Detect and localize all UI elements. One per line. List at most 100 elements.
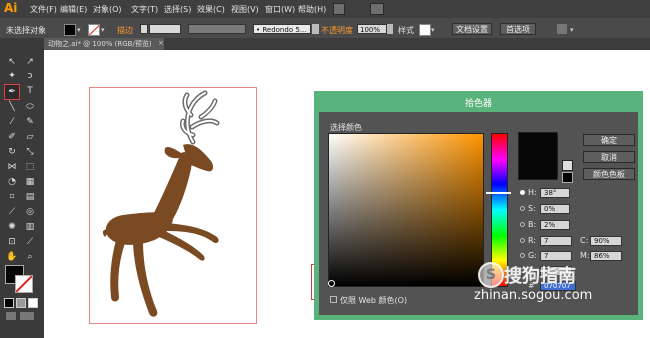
stroke-color-box[interactable] [15,275,33,293]
chevron-down-icon[interactable]: ▾ [570,26,574,34]
radio-g[interactable] [520,253,525,258]
perspective-grid-icon[interactable]: ▦ [23,175,37,189]
blob-brush-icon[interactable]: ✐ [5,130,19,144]
menu-help[interactable]: 帮助(H) [298,4,326,15]
menu-object[interactable]: 对象(O) [93,4,122,15]
screen-mode-icon[interactable] [20,312,34,320]
c-field[interactable]: 90% [590,236,622,246]
menu-effect[interactable]: 效果(C) [197,4,225,15]
fill-swatch[interactable] [64,24,76,36]
menu-view[interactable]: 视图(V) [231,4,259,15]
current-color-preview [518,132,558,180]
chevron-down-icon[interactable] [312,24,319,34]
free-transform-icon[interactable]: ⬚ [23,160,37,174]
chevron-down-icon[interactable]: ▾ [101,26,105,34]
hand-tool-icon[interactable]: ✋ [5,250,19,264]
style-swatch[interactable] [419,24,431,36]
type-tool-icon[interactable]: T [23,84,37,98]
gradient-mode-icon[interactable] [16,298,26,308]
preferences-button[interactable]: 首选项 [500,23,536,35]
h-label: H: [528,188,537,197]
stroke-label[interactable]: 描边 [117,25,133,36]
paintbrush-icon[interactable]: ⁄ [5,115,19,129]
zoom-tool-icon[interactable]: ⌕ [23,250,37,264]
shape-builder-icon[interactable]: ◔ [5,175,19,189]
r-field[interactable]: 7 [540,236,572,246]
rotate-tool-icon[interactable]: ↻ [5,145,19,159]
opacity-field[interactable]: 100% [357,24,387,34]
m-field[interactable]: 86% [590,251,622,261]
align-icon[interactable] [557,24,567,34]
web-only-checkbox[interactable] [330,296,337,303]
ok-button[interactable]: 确定 [583,134,635,146]
pencil-icon[interactable]: ✎ [23,115,37,129]
close-icon[interactable]: × [158,39,164,47]
watermark-brand: 搜狗指南 [504,266,576,287]
menu-type[interactable]: 文字(T) [131,4,158,15]
color-field[interactable] [328,133,484,287]
g-field[interactable]: 7 [540,251,572,261]
ellipse-tool-icon[interactable]: ⬭ [23,100,37,114]
h-field[interactable]: 38° [540,188,570,198]
brush-definition[interactable]: • Redondo 5... [253,24,311,34]
color-picker-title: 拾色器 [464,99,492,109]
slice-tool-icon[interactable]: ⟋ [23,235,37,249]
radio-r[interactable] [520,238,525,243]
color-field-cursor[interactable] [328,280,335,287]
color-mode-icon[interactable] [4,298,14,308]
bridge-icon[interactable] [333,3,345,15]
web-only-label: 仅限 Web 颜色(O) [340,296,408,305]
b-label: B: [528,220,537,229]
document-setup-button[interactable]: 文档设置 [452,23,492,35]
chevron-down-icon[interactable]: ▾ [431,26,435,34]
deer-illustration[interactable] [89,87,257,324]
selection-tool-icon[interactable]: ↖ [5,55,19,69]
document-tab[interactable]: 动物之.ai* @ 100% (RGB/预览) [44,38,164,50]
radio-s[interactable] [520,206,525,211]
out-of-gamut-icon[interactable] [562,160,573,171]
color-swatches-button[interactable]: 颜色色板 [583,168,635,180]
r-label: R: [528,236,537,245]
blend-tool-icon[interactable]: ◎ [23,205,37,219]
line-tool-icon[interactable]: ╲ [5,100,19,114]
cancel-button[interactable]: 取消 [583,151,635,163]
eraser-icon[interactable]: ▱ [23,130,37,144]
lasso-icon[interactable]: ↄ [23,69,37,83]
b-field[interactable]: 2% [540,220,570,230]
stroke-weight-field[interactable] [149,24,181,34]
radio-h[interactable] [520,190,525,195]
arrange-documents-icon[interactable] [370,3,384,15]
none-mode-icon[interactable] [28,298,38,308]
mesh-tool-icon[interactable]: ⌗ [5,190,19,204]
scale-tool-icon[interactable]: ⤡ [23,145,37,159]
menu-edit[interactable]: 编辑(E) [60,4,87,15]
pen-tool-icon[interactable]: ✒ [4,84,20,100]
stroke-swatch[interactable] [88,24,100,36]
menu-select[interactable]: 选择(S) [164,4,191,15]
menu-window[interactable]: 窗口(W) [265,4,295,15]
width-tool-icon[interactable]: ⋈ [5,160,19,174]
select-color-label: 选择颜色 [330,123,362,132]
stroke-stepper[interactable] [140,24,148,34]
opacity-label[interactable]: 不透明度 [321,25,353,36]
chevron-down-icon[interactable] [387,24,393,34]
column-graph-icon[interactable]: ▥ [23,220,37,234]
magic-wand-icon[interactable]: ✦ [5,69,19,83]
radio-b[interactable] [520,222,525,227]
c-label: C: [580,236,589,245]
hue-slider-handle[interactable] [486,192,511,194]
symbol-sprayer-icon[interactable]: ✺ [5,220,19,234]
variable-width-profile[interactable] [188,24,246,34]
s-field[interactable]: 0% [540,204,570,214]
artboard-tool-icon[interactable]: ⊡ [5,235,19,249]
m-label: M: [580,251,590,260]
s-label: S: [528,204,536,213]
eyedropper-icon[interactable]: ⟋ [5,205,19,219]
gradient-tool-icon[interactable]: ▤ [23,190,37,204]
app-logo: Ai [4,1,18,15]
web-safe-swatch[interactable] [562,172,573,183]
draw-mode-icon[interactable] [6,312,16,320]
menu-file[interactable]: 文件(F) [30,4,57,15]
direct-selection-tool-icon[interactable]: ↗ [23,55,37,69]
chevron-down-icon[interactable]: ▾ [77,26,81,34]
